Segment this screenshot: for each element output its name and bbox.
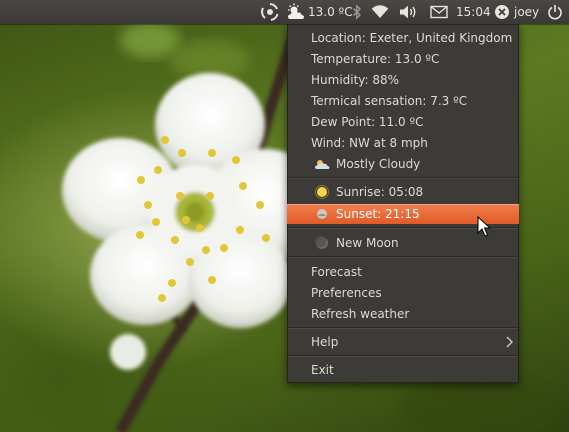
menu-item-forecast[interactable]: Forecast <box>288 261 518 282</box>
power-icon[interactable] <box>547 0 563 24</box>
user-menu[interactable]: joey <box>494 0 539 24</box>
menu-item-wind[interactable]: Wind: NW at 8 mph <box>288 132 518 153</box>
menu-item-sensation[interactable]: Termical sensation: 7.3 ºC <box>288 90 518 111</box>
menu-item-humidity[interactable]: Humidity: 88% <box>288 69 518 90</box>
menu-item-refresh[interactable]: Refresh weather <box>288 303 518 324</box>
menu-separator <box>288 177 518 179</box>
menu-item-location[interactable]: Location: Exeter, United Kingdom <box>288 27 518 48</box>
panel-username: joey <box>514 5 540 19</box>
panel-time: 15:04 <box>456 5 491 19</box>
menu-item-temperature[interactable]: Temperature: 13.0 ºC <box>288 48 518 69</box>
menu-separator <box>288 327 518 329</box>
menu-item-sunrise[interactable]: Sunrise: 05:08 <box>288 181 518 202</box>
ubuntu-swirl-icon[interactable] <box>260 0 280 24</box>
menu-item-help[interactable]: Help <box>288 331 518 352</box>
user-status-icon <box>494 4 510 20</box>
new-moon-icon <box>314 235 330 251</box>
submenu-arrow-icon <box>505 336 513 351</box>
menu-separator <box>288 355 518 357</box>
top-panel: 13.0 ºC 15:04 joey <box>0 0 569 24</box>
mail-icon[interactable] <box>430 0 448 24</box>
menu-item-exit[interactable]: Exit <box>288 359 518 380</box>
menu-item-condition[interactable]: Mostly Cloudy <box>288 153 518 174</box>
sun-icon <box>314 184 330 200</box>
partly-cloudy-icon <box>286 3 306 21</box>
panel-temperature: 13.0 ºC <box>308 5 353 19</box>
menu-separator <box>288 256 518 258</box>
weather-dropdown-menu: Location: Exeter, United Kingdom Tempera… <box>287 24 519 383</box>
mostly-cloudy-icon <box>314 156 330 172</box>
menu-item-dew-point[interactable]: Dew Point: 11.0 ºC <box>288 111 518 132</box>
clock[interactable]: 15:04 <box>456 0 491 24</box>
weather-indicator[interactable]: 13.0 ºC <box>286 0 353 24</box>
volume-icon[interactable] <box>399 0 419 24</box>
menu-item-preferences[interactable]: Preferences <box>288 282 518 303</box>
mouse-pointer-icon <box>477 215 492 242</box>
sunset-icon <box>314 206 330 222</box>
bluetooth-icon[interactable] <box>352 0 362 24</box>
wifi-icon[interactable] <box>370 0 390 24</box>
